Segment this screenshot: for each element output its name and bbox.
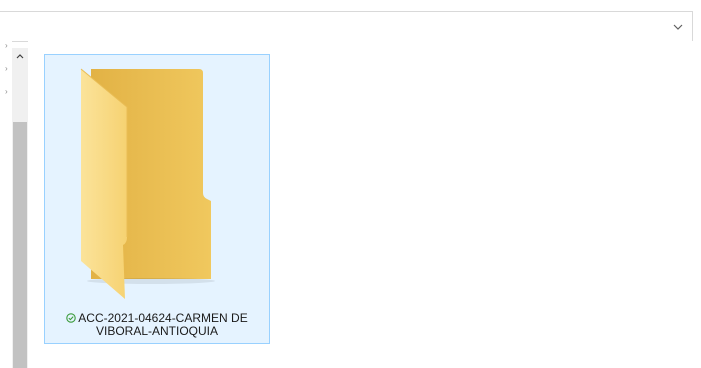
address-bar[interactable] xyxy=(0,11,692,42)
address-history-dropdown-button[interactable] xyxy=(664,12,692,41)
scroll-up-button[interactable] xyxy=(12,48,28,64)
file-explorer-window: › › › ACC-2021-04624-CARMEN DE VIBORAL-A… xyxy=(0,0,701,368)
folder-icon xyxy=(80,68,215,299)
toolbar-divider xyxy=(692,11,693,41)
nav-expand-chevron-icon[interactable]: › xyxy=(5,87,11,97)
chevron-up-icon xyxy=(16,53,24,58)
folder-name-label: ACC-2021-04624-CARMEN DE VIBORAL-ANTIOQU… xyxy=(45,312,269,338)
folder-name-line-2: VIBORAL-ANTIOQUIA xyxy=(95,324,219,338)
folder-item[interactable]: ACC-2021-04624-CARMEN DE VIBORAL-ANTIOQU… xyxy=(44,54,270,344)
navigation-pane-scrollbar[interactable] xyxy=(12,48,28,368)
sync-ok-check-icon xyxy=(66,313,77,323)
chevron-down-icon xyxy=(673,24,683,30)
navigation-pane[interactable]: › › › xyxy=(0,41,12,368)
nav-expand-chevron-icon[interactable]: › xyxy=(5,64,11,74)
folder-name-line-1: ACC-2021-04624-CARMEN DE xyxy=(78,311,248,325)
scrollbar-thumb[interactable] xyxy=(13,122,27,368)
file-list-pane[interactable]: ACC-2021-04624-CARMEN DE VIBORAL-ANTIOQU… xyxy=(28,41,701,368)
nav-expand-chevron-icon[interactable]: › xyxy=(5,41,11,51)
